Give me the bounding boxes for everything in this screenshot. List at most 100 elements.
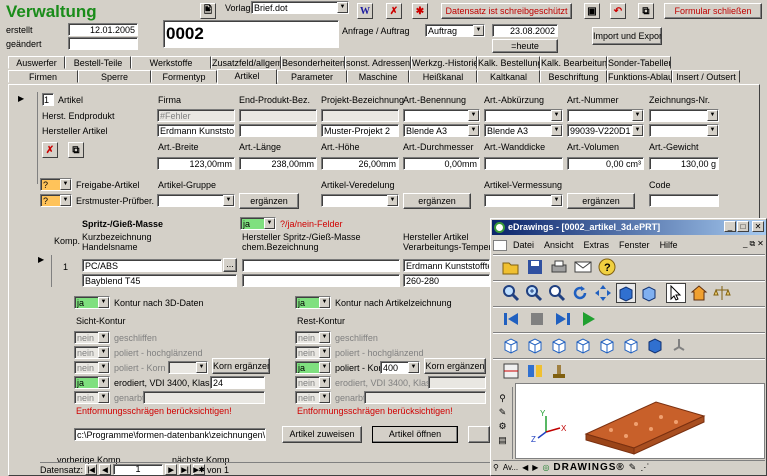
copy-icon[interactable]: ⧉: [638, 3, 654, 19]
vermessung-select[interactable]: ▼: [484, 194, 563, 207]
temperatur-field[interactable]: 260-280: [403, 274, 490, 287]
maximize-icon[interactable]: □: [737, 221, 749, 232]
sicht-klasse-field[interactable]: 24: [210, 376, 265, 389]
durchmesser-field[interactable]: 0,00mm: [403, 157, 480, 170]
zeichnung-top-select[interactable]: ▼: [649, 109, 719, 122]
benennung-select[interactable]: Blende A3 ▼: [403, 124, 480, 137]
sicht-geschliffen-select[interactable]: nein ▼: [74, 331, 110, 344]
wanddicke-field[interactable]: [484, 157, 563, 170]
rest-korn-select[interactable]: 400 ▼: [380, 361, 420, 374]
sicht-korn-select[interactable]: ▼: [168, 361, 208, 374]
projekt-top-field[interactable]: [321, 109, 399, 122]
kontur-zeichnung-select[interactable]: ja ▼: [295, 296, 331, 309]
view-left-icon[interactable]: [549, 335, 569, 355]
vorlage-select[interactable]: Brief.dot ▼: [251, 1, 349, 14]
menu-hilfe[interactable]: Hilfe: [660, 240, 678, 250]
tab-sperre[interactable]: Sperre: [78, 70, 151, 83]
abkuerzung-select[interactable]: Blende A3 ▼: [484, 124, 563, 137]
view-front-icon[interactable]: [501, 335, 521, 355]
tab-parameter[interactable]: Parameter: [277, 70, 347, 83]
tab-sonder-tabellen[interactable]: Sonder-Tabellen: [607, 56, 671, 69]
rest-klasse-field[interactable]: [428, 376, 486, 389]
view-right-icon[interactable]: [573, 335, 593, 355]
record-selector[interactable]: ▶: [18, 92, 38, 184]
projekt-field[interactable]: Muster-Projekt 2: [321, 124, 399, 137]
zoom-icon[interactable]: [547, 283, 567, 303]
step-forward-icon[interactable]: [553, 309, 573, 329]
close-form-button[interactable]: Formular schließen: [664, 3, 762, 19]
masse-ja-select[interactable]: ja ▼: [240, 217, 276, 230]
copy-article-icon[interactable]: ⧉: [68, 142, 84, 158]
undo-icon[interactable]: ↶: [610, 3, 626, 19]
viewport-scroll-handle[interactable]: [745, 375, 763, 383]
kontur-3d-select[interactable]: ja ▼: [74, 296, 110, 309]
sicht-korn-ergaenzen-button[interactable]: Korn ergänzen: [212, 358, 270, 374]
tab-artikel[interactable]: Artikel: [217, 69, 277, 84]
new-record-nav-icon[interactable]: ▶✱: [193, 464, 206, 475]
anfrage-select[interactable]: Auftrag ▼: [425, 24, 485, 37]
view-top-icon[interactable]: [597, 335, 617, 355]
view-iso-icon[interactable]: [645, 335, 665, 355]
tab-firmen[interactable]: Firmen: [8, 70, 78, 83]
record-number-field[interactable]: 1: [113, 464, 164, 475]
minimize-icon[interactable]: _: [724, 221, 736, 232]
tab-zusatzfeld[interactable]: Zusatzfeld/allgem.: [211, 56, 281, 69]
perspective-icon[interactable]: [639, 283, 659, 303]
delete-icon[interactable]: ✗: [386, 3, 402, 19]
tab-beschriftung[interactable]: Beschriftung: [540, 70, 607, 83]
save-icon[interactable]: [525, 257, 545, 277]
nummer-top-select[interactable]: ▼: [567, 109, 644, 122]
benennung-top-select[interactable]: ▼: [403, 109, 480, 122]
rest-poliert-korn-select[interactable]: ja ▼: [295, 361, 331, 374]
rotate-icon[interactable]: [570, 283, 590, 303]
cross-section-icon[interactable]: [501, 361, 521, 381]
menu-extras[interactable]: Extras: [584, 240, 610, 250]
menu-ansicht[interactable]: Ansicht: [544, 240, 574, 250]
status-next-icon[interactable]: ▶: [532, 463, 538, 472]
resize-grip-icon[interactable]: ⋰: [640, 462, 649, 473]
menu-fenster[interactable]: Fenster: [619, 240, 650, 250]
article-index-field[interactable]: 1: [42, 93, 54, 106]
path-field[interactable]: c:\Programme\formen-datenbank\zeichnunge…: [74, 428, 266, 441]
side-tab-components-icon[interactable]: ⚲: [499, 393, 506, 404]
locked-button[interactable]: Datensatz ist schreibgeschützt: [441, 3, 572, 19]
status-pin-icon[interactable]: ⚲: [493, 463, 499, 472]
tab-insert-outsert[interactable]: Insert / Outsert: [672, 70, 740, 83]
erstmuster-select[interactable]: ? ▼: [40, 194, 72, 207]
geaendert-field[interactable]: [68, 37, 138, 50]
heute-button[interactable]: =heute: [492, 39, 558, 53]
home-view-icon[interactable]: [689, 283, 709, 303]
tab-kalk-bearbeitung[interactable]: Kalk. Bearbeitung: [540, 56, 607, 69]
tab-kaltkanal[interactable]: Kaltkanal: [477, 70, 540, 83]
veredelung-ergaenzen-button[interactable]: ergänzen: [403, 193, 471, 209]
tab-besonderheiten[interactable]: Besonderheiten: [281, 56, 345, 69]
number-field[interactable]: 0002: [163, 20, 339, 48]
view-bottom-icon[interactable]: [621, 335, 641, 355]
handel-field[interactable]: Bayblend T45: [82, 274, 237, 287]
freigabe-select[interactable]: ? ▼: [40, 178, 72, 191]
gruppe-select[interactable]: ▼: [157, 194, 235, 207]
rewind-icon[interactable]: [501, 309, 521, 329]
word-icon[interactable]: W: [357, 3, 373, 19]
tab-heisskanal[interactable]: Heißkanal: [409, 70, 477, 83]
zeichnung-select[interactable]: ▼: [649, 124, 719, 137]
next-record-icon[interactable]: ▶: [165, 464, 178, 475]
veredelung-select[interactable]: ▼: [321, 194, 399, 207]
herst-endprodukt-field[interactable]: #Fehler: [157, 109, 235, 122]
endprodukt-field[interactable]: [239, 109, 317, 122]
firma-field[interactable]: Erdmann Kunststoff: [157, 124, 235, 137]
sicht-erodiert-select[interactable]: ja ▼: [74, 376, 110, 389]
tab-maschine[interactable]: Maschine: [347, 70, 409, 83]
model-viewport[interactable]: Y X Z: [515, 383, 765, 459]
side-tab-config-icon[interactable]: ⚙: [498, 421, 506, 432]
extra-button[interactable]: [468, 426, 490, 443]
sicht-poliert-korn-select[interactable]: nein ▼: [74, 361, 110, 374]
chem-field[interactable]: [242, 274, 400, 287]
tab-formentyp[interactable]: Formentyp: [151, 70, 217, 83]
sicht-genarbt-field[interactable]: [143, 391, 265, 404]
pan-icon[interactable]: [593, 283, 613, 303]
zoom-area-icon[interactable]: [524, 283, 544, 303]
explode-icon[interactable]: [525, 361, 545, 381]
import-export-button[interactable]: Import und Export: [592, 27, 662, 45]
code-field[interactable]: [649, 194, 719, 207]
